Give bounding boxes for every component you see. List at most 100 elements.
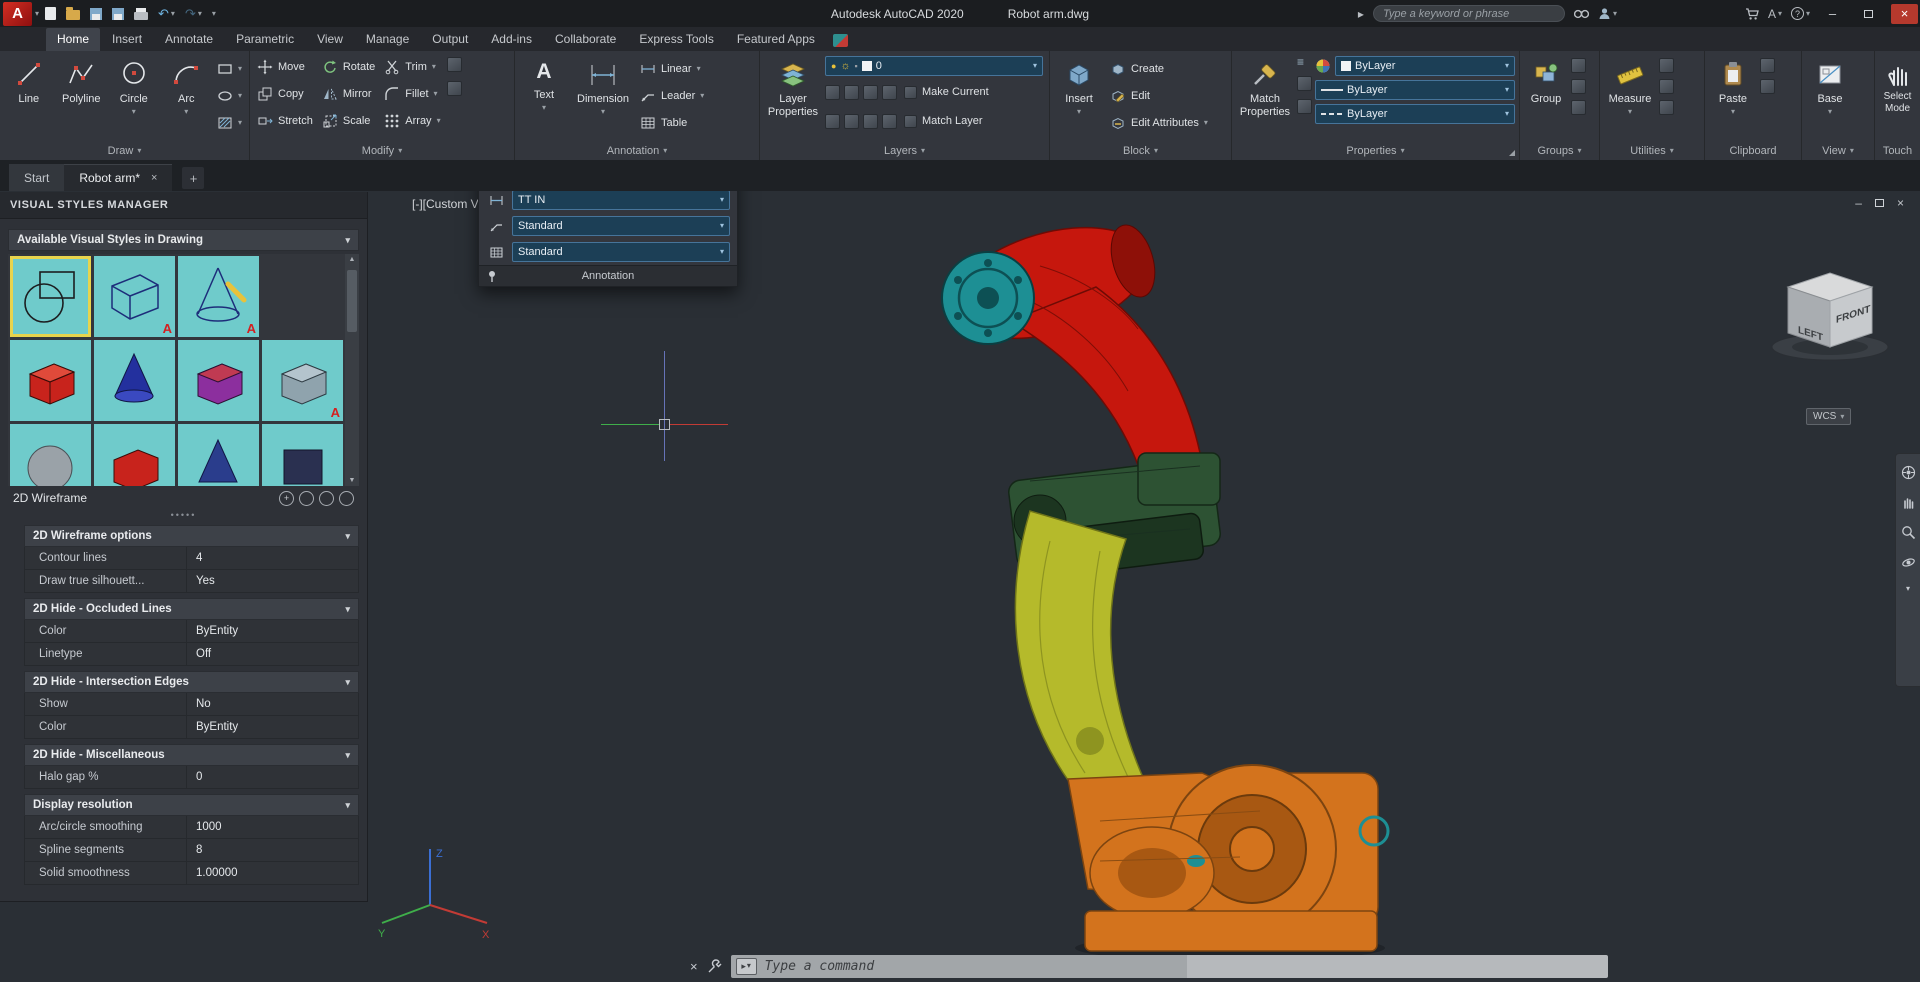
group-button[interactable]: Group — [1524, 54, 1568, 136]
lineweight-combo[interactable]: ByLayer ▾ — [1315, 80, 1515, 100]
doc-minimize-icon[interactable]: – — [1855, 196, 1862, 210]
group-edit-icon[interactable] — [1571, 79, 1586, 94]
layer-isolate-icon[interactable] — [844, 84, 859, 100]
polyline-button[interactable]: Polyline — [57, 54, 107, 136]
text-button[interactable]: A Text ▾ — [519, 54, 569, 136]
app-store-cart-icon[interactable] — [1745, 7, 1759, 20]
properties-dialog-launcher-icon[interactable] — [1509, 150, 1515, 156]
layer-thaw-all-icon[interactable] — [844, 113, 859, 129]
erase-icon[interactable] — [446, 57, 462, 72]
section-occluded-lines[interactable]: 2D Hide - Occluded Lines ▾ — [24, 598, 359, 620]
ungroup-icon[interactable] — [1571, 58, 1586, 73]
array-button[interactable]: Array ▾ — [381, 108, 443, 134]
tab-express-tools[interactable]: Express Tools — [628, 28, 724, 51]
layer-off-icon[interactable] — [825, 84, 840, 100]
file-tab-robot-arm[interactable]: Robot arm* × — [64, 164, 173, 191]
ellipse-button[interactable]: ▾ — [214, 83, 245, 109]
id-point-icon[interactable] — [1659, 79, 1674, 94]
file-tab-start[interactable]: Start — [9, 164, 65, 191]
export-style-icon[interactable] — [339, 490, 354, 506]
property-row[interactable]: Linetype Off — [24, 643, 359, 666]
robot-arm-model[interactable] — [900, 221, 1420, 961]
multileader-style-combo[interactable]: Standard ▾ — [512, 216, 730, 236]
doc-restore-icon[interactable] — [1874, 199, 1884, 207]
rectangle-button[interactable]: ▾ — [214, 56, 245, 82]
layer-unisolate-icon[interactable] — [825, 113, 840, 129]
full-navigation-wheel-icon[interactable] — [1901, 465, 1916, 480]
annotation-panel-label[interactable]: Annotation ▾ — [515, 141, 759, 160]
new-file-button[interactable] — [45, 7, 57, 20]
tab-output[interactable]: Output — [421, 28, 479, 51]
properties-panel-label[interactable]: Properties ▾ — [1232, 141, 1519, 160]
viewcube[interactable]: LEFT FRONT — [1762, 259, 1902, 369]
property-row[interactable]: Show No — [24, 693, 359, 716]
draw-panel-label[interactable]: Draw ▾ — [0, 141, 249, 160]
tab-insert[interactable]: Insert — [101, 28, 153, 51]
property-row[interactable]: Arc/circle smoothing 1000 — [24, 816, 359, 839]
linetype-combo[interactable]: ByLayer ▾ — [1315, 104, 1515, 124]
dimension-style-combo[interactable]: TT IN ▾ — [512, 190, 730, 210]
leader-button[interactable]: Leader ▾ — [637, 83, 707, 109]
annotation-flyout-title[interactable]: Annotation — [479, 265, 737, 286]
style-thumb-wireframe[interactable]: A — [94, 256, 175, 337]
object-color-combo[interactable]: ByLayer ▾ — [1335, 56, 1515, 76]
copy-style-icon[interactable] — [299, 490, 314, 506]
scrollbar-thumb[interactable] — [347, 270, 357, 332]
layer-walk-icon[interactable] — [882, 113, 897, 129]
file-tab-close-icon[interactable]: × — [151, 172, 157, 184]
style-thumb-conceptual[interactable] — [94, 340, 175, 421]
pin-icon[interactable] — [487, 270, 497, 283]
edit-attributes-button[interactable]: Edit Attributes ▾ — [1107, 110, 1211, 136]
style-thumb-2d-wireframe[interactable] — [10, 256, 91, 337]
command-input[interactable] — [764, 958, 1603, 974]
connect-icon[interactable] — [832, 34, 848, 47]
base-view-button[interactable]: Base ▾ — [1806, 54, 1854, 136]
fillet-button[interactable]: Fillet ▾ — [381, 81, 443, 107]
stretch-button[interactable]: Stretch — [254, 108, 316, 134]
layer-lock-tool-icon[interactable] — [882, 84, 897, 100]
copy-button[interactable]: Copy — [254, 81, 316, 107]
section-2d-wireframe-options[interactable]: 2D Wireframe options ▾ — [24, 525, 359, 547]
zoom-magnifier-icon[interactable] — [1901, 525, 1916, 540]
command-customize-wrench-icon[interactable] — [707, 958, 722, 974]
property-row[interactable]: Solid smoothness 1.00000 — [24, 862, 359, 885]
hatch-button[interactable]: ▾ — [214, 110, 245, 136]
help-button[interactable]: ? ▾ — [1790, 7, 1810, 20]
layer-select-combo[interactable]: ● ☼ ▪ 0 ▾ — [825, 56, 1043, 76]
tab-home[interactable]: Home — [46, 28, 101, 51]
qat-customize-caret-icon[interactable]: ▾ — [212, 9, 216, 18]
scroll-up-icon[interactable]: ▲ — [349, 256, 356, 263]
wcs-selector[interactable]: WCS ▾ — [1806, 408, 1852, 425]
style-thumb-sketchy[interactable]: A — [178, 256, 259, 337]
style-thumb-shaded[interactable]: A — [262, 340, 343, 421]
paste-button[interactable]: Paste ▾ — [1709, 54, 1757, 136]
group-selection-icon[interactable] — [1571, 100, 1586, 115]
window-restore-button[interactable] — [1855, 4, 1882, 24]
plot-button[interactable] — [134, 7, 149, 20]
help-search-input[interactable] — [1372, 5, 1565, 22]
dimension-button[interactable]: Dimension ▾ — [572, 54, 634, 136]
command-input-container[interactable]: ▸ ▾ — [730, 954, 1608, 978]
quick-select-icon[interactable] — [1659, 100, 1674, 115]
properties-list-icon[interactable]: ≡ — [1297, 56, 1312, 68]
command-close-icon[interactable]: × — [690, 959, 698, 974]
undo-button[interactable]: ↶ ▾ — [158, 7, 175, 20]
search-expand-icon[interactable]: ▸ — [1358, 7, 1364, 21]
drawing-viewport[interactable]: [-][Custom Vie – × LEFT FRONT WCS ▾ ▾ Z … — [0, 191, 1920, 982]
match-layer-button[interactable]: Match Layer — [901, 108, 986, 134]
plot-style-icon[interactable] — [1297, 99, 1312, 114]
open-file-button[interactable] — [66, 6, 81, 20]
block-panel-label[interactable]: Block ▾ — [1050, 141, 1231, 160]
utilities-panel-label[interactable]: Utilities ▾ — [1600, 141, 1704, 160]
redo-button[interactable]: ↷ ▾ — [185, 7, 202, 20]
layer-freeze-icon[interactable] — [863, 84, 878, 100]
style-thumb-other[interactable] — [262, 424, 343, 486]
table-style-combo[interactable]: Standard ▾ — [512, 242, 730, 262]
section-display-resolution[interactable]: Display resolution ▾ — [24, 794, 359, 816]
line-button[interactable]: Line — [4, 54, 54, 136]
style-thumb-realistic[interactable] — [10, 340, 91, 421]
transparency-icon[interactable] — [1297, 76, 1312, 91]
save-as-button[interactable] — [112, 7, 125, 20]
property-row[interactable]: Draw true silhouett... Yes — [24, 570, 359, 593]
sign-in-user-icon[interactable]: ▾ — [1598, 7, 1617, 20]
